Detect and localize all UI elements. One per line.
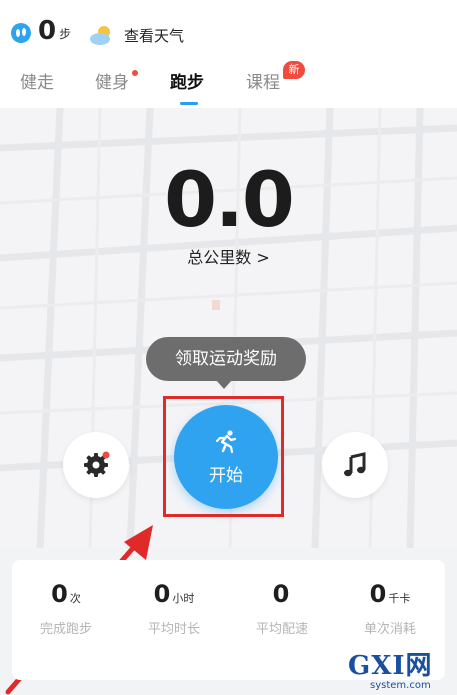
top-header: 0 步 查看天气 健走 健身 跑步 课程 新 (0, 0, 457, 108)
stat-value: 0 (272, 580, 290, 608)
stat-avg-duration: 0 小时 平均时长 (120, 580, 228, 637)
stat-value: 0 (153, 580, 171, 608)
tab-running[interactable]: 跑步 (170, 68, 204, 93)
watermark-logo: GXI网 system.com (348, 652, 454, 692)
stat-runs: 0次 完成跑步 (12, 580, 120, 637)
footprints-icon (11, 23, 31, 43)
stat-unit: 千卡 (388, 592, 411, 605)
weather-button[interactable]: 查看天气 (88, 24, 184, 46)
stat-label: 平均时长 (147, 622, 200, 637)
active-tab-indicator (180, 102, 198, 105)
music-note-icon (344, 452, 366, 477)
stat-unit: 小时 (172, 592, 195, 605)
gear-icon (84, 451, 110, 477)
steps-value: 0 (38, 16, 57, 46)
stat-value: 0 (369, 580, 387, 608)
total-km-link[interactable]: 总公里数 > (0, 244, 457, 268)
highlight-box (163, 396, 284, 517)
tab-bar: 健走 健身 跑步 课程 (0, 68, 457, 104)
stat-avg-pace: 0 平均配速 (228, 580, 336, 637)
distance-value: 0.0 (164, 155, 295, 244)
tooltip-tail (216, 380, 232, 389)
stat-calories: 0 千卡 单次消耗 (336, 580, 444, 637)
reward-tooltip[interactable]: 领取运动奖励 (146, 337, 306, 381)
partly-cloudy-icon (90, 26, 110, 45)
step-counter[interactable]: 0 步 (10, 18, 71, 44)
music-button[interactable] (322, 432, 388, 498)
tab-courses[interactable]: 课程 (246, 68, 280, 93)
stat-label: 单次消耗 (363, 622, 416, 637)
stat-label: 完成跑步 (39, 622, 92, 637)
steps-unit: 步 (59, 27, 72, 41)
watermark-domain: system.com (370, 680, 431, 691)
new-badge: 新 (283, 61, 305, 79)
notification-dot (102, 451, 110, 459)
tab-walking[interactable]: 健走 (20, 68, 54, 93)
watermark-brand: GXI网 (348, 651, 433, 681)
tab-fitness[interactable]: 健身 (95, 68, 129, 93)
tab-fitness-dot (132, 70, 138, 76)
stat-label: 平均配速 (255, 622, 308, 637)
weather-label: 查看天气 (124, 26, 185, 45)
stat-value: 0 (51, 580, 68, 608)
stat-unit: 次 (69, 592, 81, 605)
settings-button[interactable] (63, 432, 129, 498)
